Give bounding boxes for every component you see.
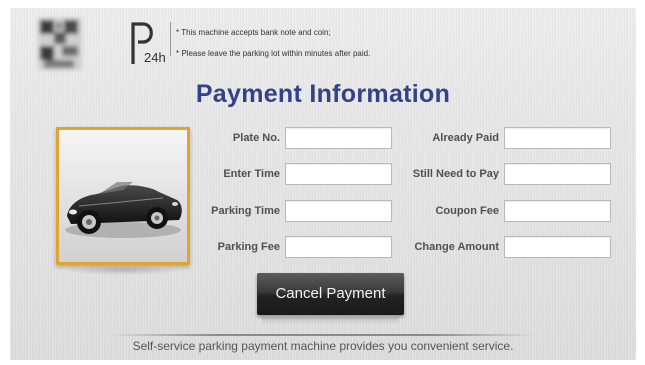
- button-reflection: [262, 317, 399, 325]
- parking-time-label: Parking Time: [211, 205, 280, 217]
- already-paid-field[interactable]: [504, 127, 611, 149]
- already-paid-label: Already Paid: [432, 132, 499, 144]
- header-divider: [170, 22, 171, 56]
- page-title: Payment Information: [195, 80, 451, 108]
- coupon-fee-label: Coupon Fee: [435, 205, 499, 217]
- footer-divider: [110, 334, 536, 336]
- enter-time-field[interactable]: [285, 163, 392, 185]
- parking-time-field[interactable]: [285, 200, 392, 222]
- notice-line-2: * Please leave the parking lot within mi…: [176, 49, 371, 58]
- change-amount-label: Change Amount: [414, 241, 499, 253]
- still-need-to-pay-field[interactable]: [504, 163, 611, 185]
- still-need-to-pay-label: Still Need to Pay: [412, 168, 499, 180]
- plate-no-label: Plate No.: [232, 132, 280, 144]
- qr-code-icon: [34, 14, 86, 74]
- payment-screen: 24h * This machine accepts bank note and…: [10, 8, 636, 360]
- photo-reflection: [62, 265, 184, 275]
- footer-text: Self-service parking payment machine pro…: [132, 339, 514, 353]
- cancel-payment-button[interactable]: Cancel Payment: [257, 273, 404, 315]
- notice-line-1: * This machine accepts bank note and coi…: [176, 28, 331, 37]
- parking-fee-field[interactable]: [285, 236, 392, 258]
- parking-24h-icon: 24h: [128, 20, 170, 66]
- plate-no-field[interactable]: [285, 127, 392, 149]
- change-amount-field[interactable]: [504, 236, 611, 258]
- enter-time-label: Enter Time: [223, 168, 280, 180]
- logo-24h-text: 24h: [144, 50, 166, 65]
- coupon-fee-field[interactable]: [504, 200, 611, 222]
- parking-fee-label: Parking Fee: [217, 241, 280, 253]
